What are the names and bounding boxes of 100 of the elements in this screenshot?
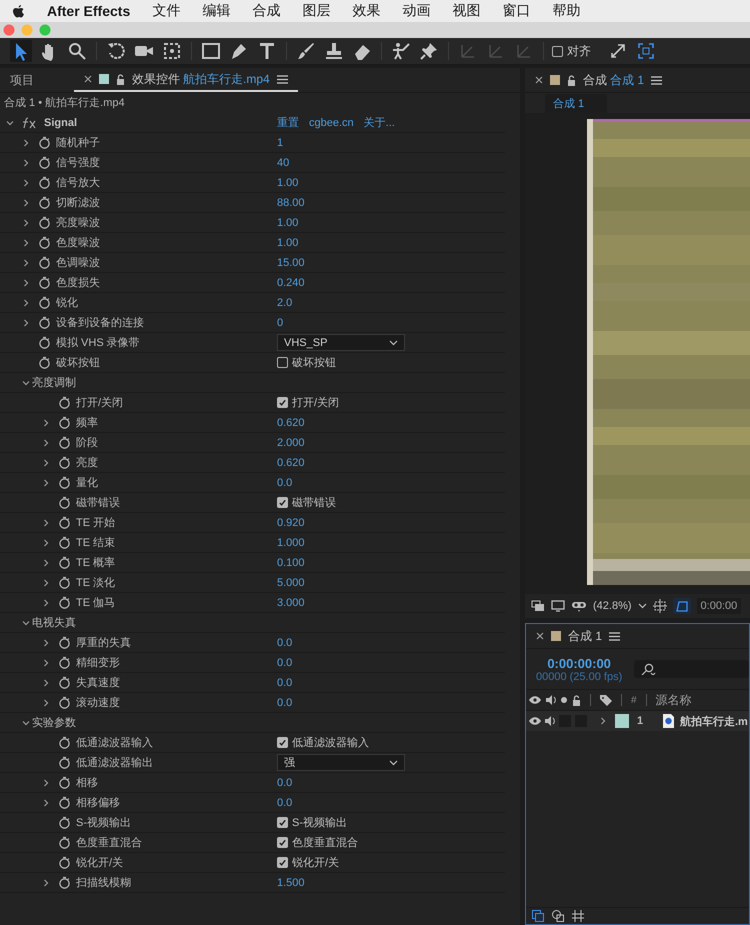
menu-icon[interactable] — [651, 76, 662, 84]
property-value[interactable]: 0.0 — [277, 476, 292, 488]
dropdown[interactable]: VHS_SP — [277, 334, 405, 351]
property-value[interactable]: 1.00 — [277, 236, 298, 248]
label-color[interactable] — [615, 714, 629, 728]
stopwatch-icon[interactable] — [38, 236, 51, 249]
chevron-icon[interactable] — [22, 158, 30, 166]
stopwatch-icon[interactable] — [58, 396, 71, 409]
focus-icon[interactable] — [635, 40, 657, 62]
stopwatch-icon[interactable] — [58, 416, 71, 429]
stopwatch-icon[interactable] — [58, 436, 71, 449]
speaker-icon[interactable] — [546, 695, 556, 705]
checkbox[interactable]: 色度垂直混合 — [277, 835, 358, 850]
brush-icon[interactable] — [295, 40, 317, 62]
chevron-icon[interactable] — [599, 717, 607, 725]
stopwatch-icon[interactable] — [38, 176, 51, 189]
menu-item[interactable]: 图层 — [302, 2, 330, 20]
chevron-icon[interactable] — [42, 678, 50, 686]
stopwatch-icon[interactable] — [58, 696, 71, 709]
menu-item[interactable]: 视图 — [452, 2, 480, 20]
layer-row[interactable]: 1 航拍车行走.m — [526, 711, 749, 731]
property-value[interactable]: 88.00 — [277, 196, 305, 208]
chevron-icon[interactable] — [22, 618, 30, 626]
effect-link[interactable]: cgbee.cn — [309, 116, 354, 128]
fx-icon[interactable] — [22, 116, 38, 128]
chevron-icon[interactable] — [22, 378, 30, 386]
property-value[interactable]: 0.0 — [277, 776, 292, 788]
stopwatch-icon[interactable] — [58, 576, 71, 589]
effect-link[interactable]: 关于... — [364, 115, 395, 130]
layers-icon[interactable] — [531, 600, 545, 612]
eye-icon[interactable] — [529, 716, 541, 726]
property-value[interactable]: 0.0 — [277, 696, 292, 708]
column-header[interactable]: # — [631, 694, 637, 706]
stopwatch-icon[interactable] — [58, 516, 71, 529]
stopwatch-icon[interactable] — [58, 776, 71, 789]
app-name[interactable]: After Effects — [47, 3, 130, 19]
chevron-icon[interactable] — [42, 438, 50, 446]
menu-icon[interactable] — [276, 74, 288, 84]
stopwatch-icon[interactable] — [38, 196, 51, 209]
chevron-icon[interactable] — [42, 598, 50, 606]
menu-item[interactable]: 文件 — [152, 2, 180, 20]
menu-item[interactable]: 帮助 — [552, 2, 580, 20]
stopwatch-icon[interactable] — [58, 536, 71, 549]
stopwatch-icon[interactable] — [38, 316, 51, 329]
stopwatch-icon[interactable] — [38, 256, 51, 269]
chevron-icon[interactable] — [42, 558, 50, 566]
stopwatch-icon[interactable] — [58, 796, 71, 809]
stopwatch-icon[interactable] — [58, 856, 71, 869]
property-value[interactable]: 0.0 — [277, 636, 292, 648]
checkbox[interactable]: S-视频输出 — [277, 815, 347, 830]
lock-icon[interactable] — [572, 694, 581, 706]
stopwatch-icon[interactable] — [58, 876, 71, 889]
stopwatch-icon[interactable] — [38, 356, 51, 369]
property-value[interactable]: 1.00 — [277, 176, 298, 188]
chevron-icon[interactable] — [42, 578, 50, 586]
stopwatch-icon[interactable] — [58, 556, 71, 569]
property-value[interactable]: 5.000 — [277, 576, 305, 588]
property-value[interactable]: 0 — [277, 316, 284, 328]
property-value[interactable]: 0.0 — [277, 796, 292, 808]
figure-icon[interactable] — [390, 40, 412, 62]
dropdown[interactable]: 强 — [277, 754, 405, 771]
chevron-icon[interactable] — [42, 458, 50, 466]
stopwatch-icon[interactable] — [38, 156, 51, 169]
chevron-icon[interactable] — [42, 638, 50, 646]
stopwatch-icon[interactable] — [58, 736, 71, 749]
dot-icon[interactable] — [561, 697, 567, 703]
checkbox[interactable]: 磁带错误 — [277, 495, 336, 510]
chevron-icon[interactable] — [22, 218, 30, 226]
current-time[interactable]: 0:00:00:00 — [547, 656, 611, 670]
close-icon[interactable] — [84, 75, 92, 83]
chevron-icon[interactable] — [22, 318, 30, 326]
lock-icon[interactable] — [116, 74, 125, 84]
stopwatch-icon[interactable] — [58, 816, 71, 829]
chevron-icon[interactable] — [22, 718, 30, 726]
property-value[interactable]: 15.00 — [277, 256, 305, 268]
chevron-icon[interactable] — [22, 258, 30, 266]
checkbox[interactable]: 打开/关闭 — [277, 395, 340, 410]
timecode-field[interactable]: 0:00:00 — [696, 598, 742, 614]
stopwatch-icon[interactable] — [58, 836, 71, 849]
monitor-icon[interactable] — [551, 600, 565, 612]
column-header[interactable]: 源名称 — [656, 692, 692, 708]
effect-link[interactable]: 重置 — [277, 115, 299, 130]
stopwatch-icon[interactable] — [38, 216, 51, 229]
lock-icon[interactable] — [567, 74, 576, 86]
grid-icon[interactable] — [652, 599, 667, 613]
stopwatch-icon[interactable] — [38, 136, 51, 149]
panel-tab[interactable]: 合成 合成 1 — [525, 68, 672, 92]
property-value[interactable]: 1.000 — [277, 536, 305, 548]
panel-tab[interactable]: 项目 — [0, 68, 74, 92]
viewer-tab[interactable]: 合成 1 — [545, 94, 607, 112]
pin-icon[interactable] — [418, 40, 440, 62]
property-value[interactable]: 2.0 — [277, 296, 292, 308]
property-value[interactable]: 0.620 — [277, 456, 305, 468]
stopwatch-icon[interactable] — [58, 756, 71, 769]
property-value[interactable]: 1.00 — [277, 216, 298, 228]
chevron-icon[interactable] — [22, 298, 30, 306]
zoom-dropdown[interactable]: (42.8%) — [593, 600, 647, 612]
speaker-icon[interactable] — [545, 716, 555, 726]
cursor-icon[interactable] — [10, 40, 32, 62]
stopwatch-icon[interactable] — [58, 656, 71, 669]
